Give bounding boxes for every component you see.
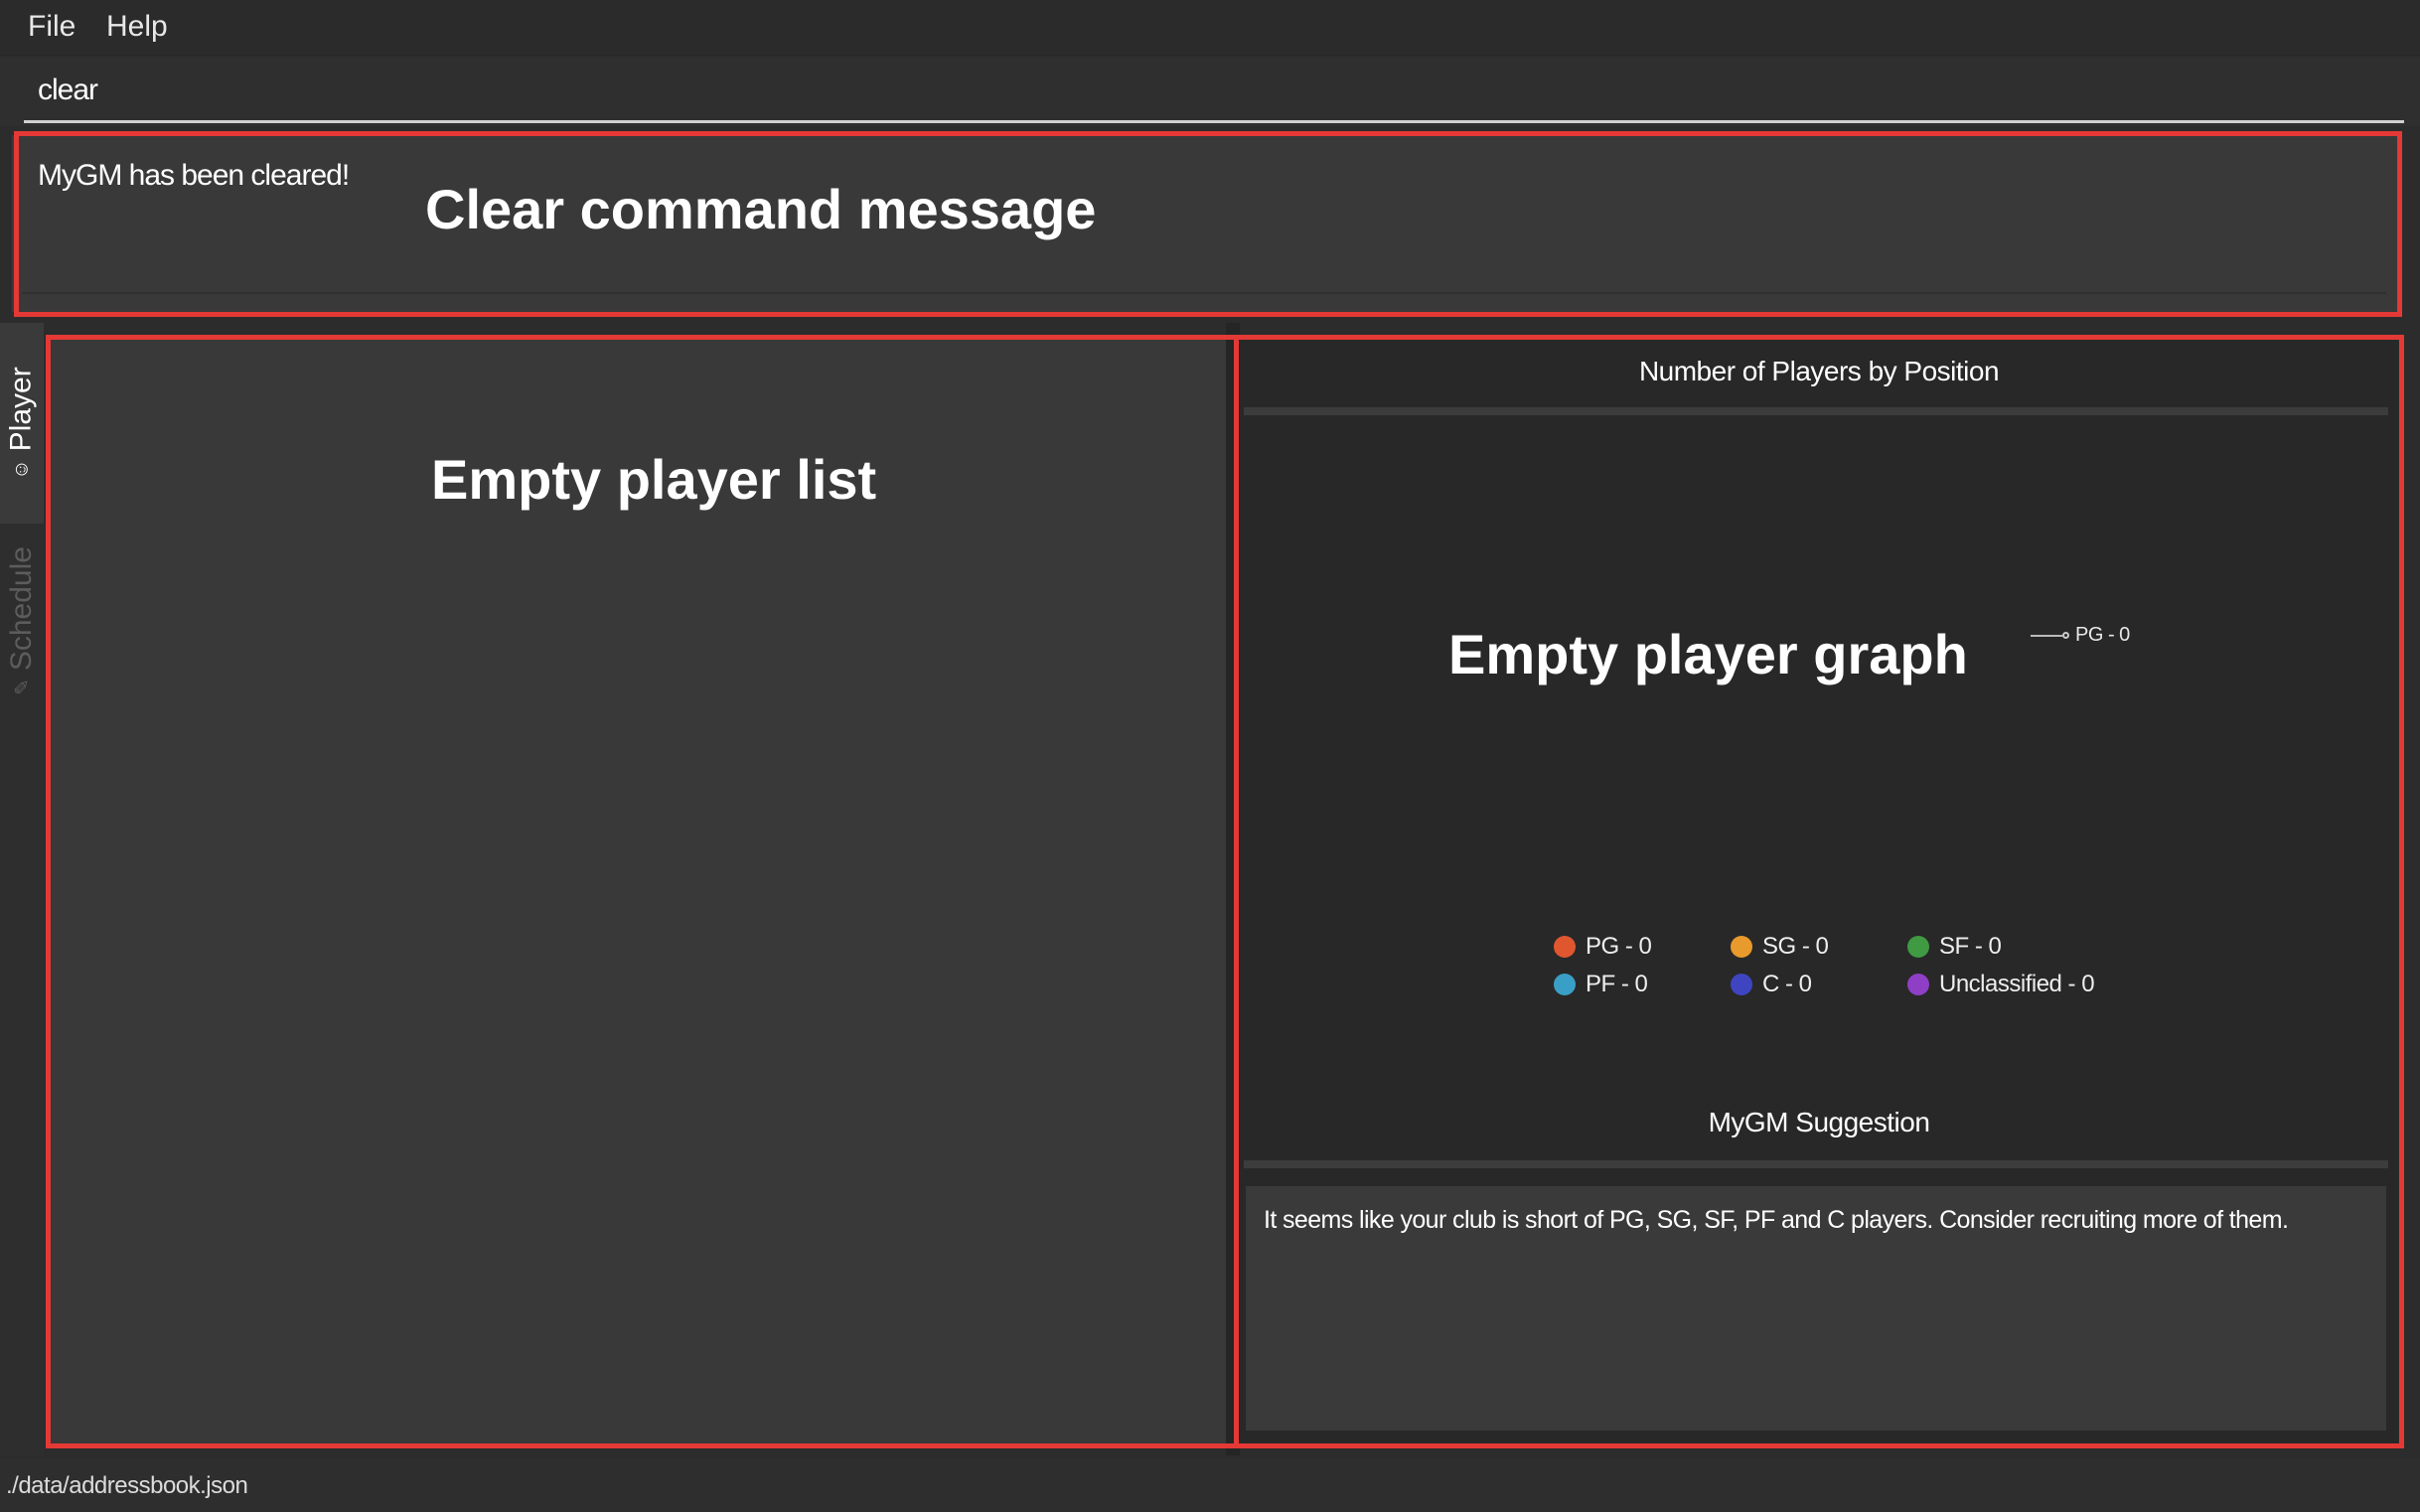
graph-title: Number of Players by Position <box>1638 356 2000 386</box>
menu-bar: File Help <box>0 0 2420 56</box>
tab-player-label: Player <box>5 367 38 452</box>
legend-item-sg: SG - 0 <box>1731 932 1907 962</box>
legend-item-unclassified: Unclassified - 0 <box>1907 970 2110 999</box>
legend-dot-pg <box>1554 936 1576 958</box>
pie-label-text: PG - 0 <box>2075 624 2130 646</box>
legend-label-sg: SG - 0 <box>1762 933 1829 960</box>
graph-panel: Number of Players by Position PG - 0 PG … <box>1240 340 2398 1444</box>
annotation-player-list: Empty player list <box>431 448 877 511</box>
result-divider <box>22 292 2386 294</box>
tab-bar: ☺ Player ✎ Schedule <box>0 323 44 1455</box>
pie-slice-label: PG - 0 <box>2031 624 2130 647</box>
menu-help[interactable]: Help <box>106 10 168 44</box>
edit-icon: ✎ <box>11 679 34 695</box>
command-input[interactable] <box>24 71 2420 110</box>
legend-label-sf: SF - 0 <box>1939 933 2002 960</box>
legend-dot-c <box>1731 974 1752 995</box>
legend-label-pg: PG - 0 <box>1586 933 1652 960</box>
command-box <box>0 57 2420 126</box>
legend-dot-sf <box>1907 936 1929 958</box>
command-input-underline <box>24 120 2404 123</box>
status-file-path: ./data/addressbook.json <box>6 1472 248 1499</box>
tab-schedule[interactable]: ✎ Schedule <box>0 531 44 710</box>
split-pane-divider[interactable] <box>1226 323 1240 1455</box>
annotation-player-graph: Empty player graph <box>1448 623 1968 685</box>
legend-label-c: C - 0 <box>1762 971 1812 997</box>
pie-label-point <box>2062 632 2069 639</box>
annotation-clear-message: Clear command message <box>425 178 1097 240</box>
legend-item-c: C - 0 <box>1731 970 1907 999</box>
result-message: MyGM has been cleared! <box>38 159 350 192</box>
legend-dot-unclassified <box>1907 974 1929 995</box>
suggestion-title-separator <box>1244 1160 2388 1168</box>
legend-item-sf: SF - 0 <box>1907 932 2110 962</box>
tab-schedule-label: Schedule <box>5 546 38 672</box>
legend-dot-sg <box>1731 936 1752 958</box>
smiley-icon: ☺ <box>10 459 33 480</box>
graph-title-separator <box>1244 407 2388 415</box>
legend-dot-pf <box>1554 974 1576 995</box>
chart-legend: PG - 0 SG - 0 SF - 0 PF - 0 C - 0 Unclas… <box>1554 932 2110 999</box>
tab-player[interactable]: ☺ Player <box>0 323 44 524</box>
legend-item-pf: PF - 0 <box>1554 970 1731 999</box>
suggestion-text: It seems like your club is short of PG, … <box>1264 1206 2289 1234</box>
legend-label-pf: PF - 0 <box>1586 971 1648 997</box>
status-bar: ./data/addressbook.json <box>0 1458 2420 1512</box>
legend-label-unclassified: Unclassified - 0 <box>1939 971 2095 997</box>
suggestion-title: MyGM Suggestion <box>1708 1107 1930 1137</box>
suggestion-box: It seems like your club is short of PG, … <box>1246 1186 2386 1431</box>
result-display: MyGM has been cleared! <box>12 135 2398 312</box>
legend-item-pg: PG - 0 <box>1554 932 1731 962</box>
pie-label-leader-line <box>2031 634 2062 637</box>
menu-file[interactable]: File <box>28 10 76 44</box>
